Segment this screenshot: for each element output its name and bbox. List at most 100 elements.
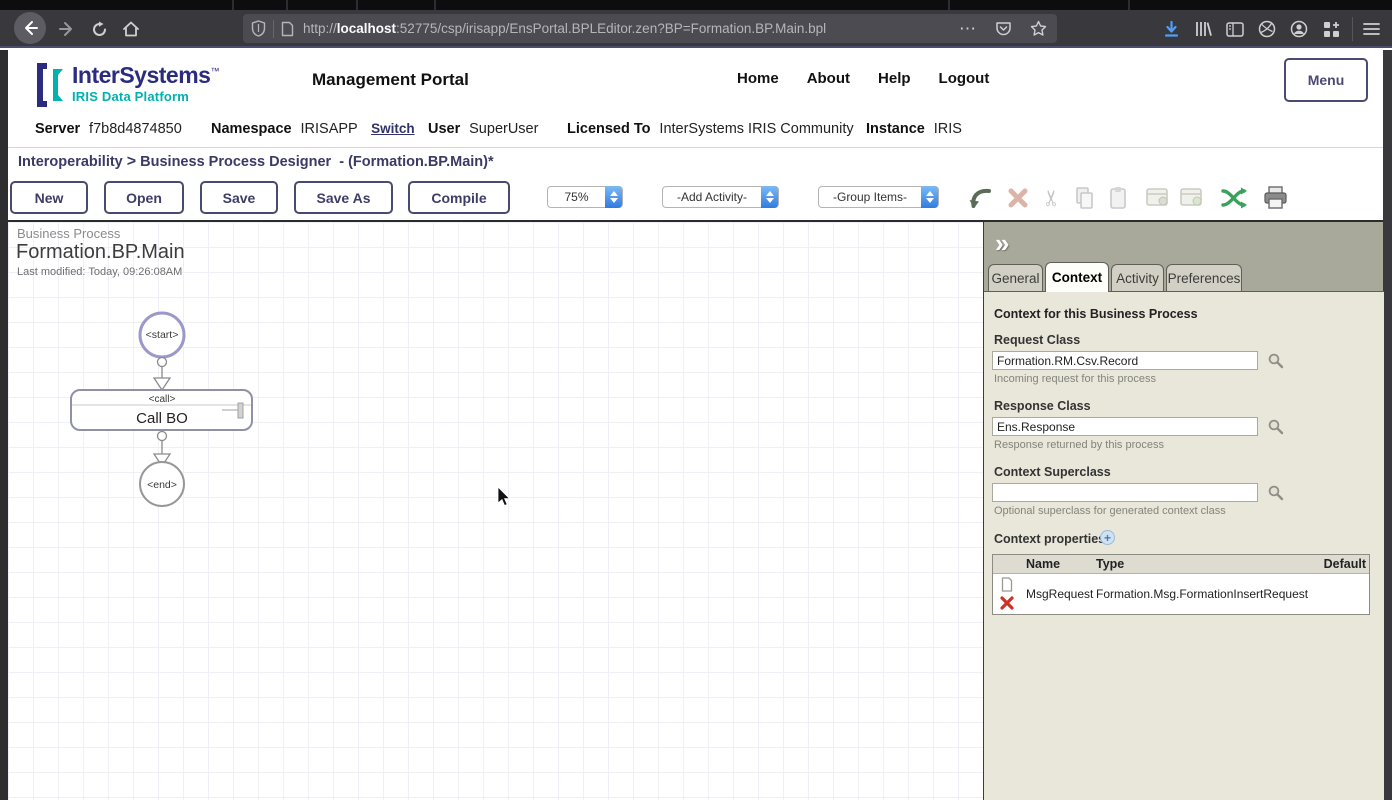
page-title: Management Portal: [312, 70, 469, 90]
property-type: Formation.Msg.FormationInsertRequest: [1096, 587, 1321, 601]
col-header-name: Name: [1026, 557, 1096, 571]
account-icon[interactable]: [1288, 18, 1310, 40]
table-header-row: Name Type Default: [993, 555, 1369, 574]
shield-icon[interactable]: [251, 20, 266, 37]
nav-help[interactable]: Help: [878, 70, 911, 87]
nav-about[interactable]: About: [807, 70, 850, 87]
breadcrumb-root[interactable]: Interoperability: [18, 154, 123, 170]
table-row[interactable]: MsgRequest Formation.Msg.FormationInsert…: [993, 574, 1369, 614]
browser-toolbar: http://localhost:52775/csp/irisapp/EnsPo…: [0, 10, 1392, 48]
back-icon[interactable]: [14, 12, 46, 44]
end-node-label: <end>: [147, 479, 177, 491]
context-tab-content: Context for this Business Process Reques…: [984, 291, 1384, 800]
breadcrumb-doc: - (Formation.BP.Main)*: [339, 154, 493, 170]
reload-icon[interactable]: [88, 18, 110, 40]
delete-property-icon[interactable]: [1000, 596, 1014, 610]
forward-icon[interactable]: [56, 18, 78, 40]
group-items-select[interactable]: -Group Items-: [818, 186, 939, 208]
context-superclass-label: Context Superclass: [994, 465, 1111, 479]
context-properties-table: Name Type Default MsgRequest Formation: [992, 554, 1370, 615]
add-property-icon[interactable]: +: [1100, 530, 1115, 545]
request-class-input[interactable]: [992, 351, 1258, 370]
info-user: User SuperUser: [428, 120, 538, 138]
response-class-search-icon[interactable]: [1267, 418, 1284, 435]
switch-namespace-link[interactable]: Switch: [371, 121, 415, 136]
cut-icon[interactable]: ✂: [1038, 184, 1066, 211]
swap-connections-icon[interactable]: [1220, 184, 1248, 211]
download-icon[interactable]: [1160, 18, 1182, 40]
library-icon[interactable]: [1192, 18, 1214, 40]
home-icon[interactable]: [120, 18, 142, 40]
page-info-icon[interactable]: [281, 21, 294, 37]
toolbar-divider: [1352, 17, 1353, 41]
bpl-canvas[interactable]: Business Process Formation.BP.Main Last …: [8, 222, 983, 800]
connector-arrow-icon: [154, 378, 170, 390]
call-activity-name[interactable]: Call BO: [136, 410, 188, 427]
tab-context[interactable]: Context: [1045, 262, 1109, 292]
save-button[interactable]: Save: [200, 181, 278, 214]
tab-general[interactable]: General: [988, 264, 1043, 291]
window-edge-left: [0, 50, 8, 800]
url-bar[interactable]: http://localhost:52775/csp/irisapp/EnsPo…: [243, 14, 1057, 43]
request-class-help: Incoming request for this process: [994, 373, 1156, 385]
annotation-handle-icon[interactable]: [238, 403, 243, 418]
info-instance: Instance IRIS: [866, 120, 962, 138]
logo-subtitle: IRIS Data Platform: [72, 89, 219, 104]
call-activity-tag: <call>: [149, 394, 176, 405]
extension-globe-icon[interactable]: [1256, 18, 1278, 40]
intersystems-logo: [35, 61, 65, 109]
breadcrumb: Interoperability > Business Process Desi…: [18, 153, 494, 171]
breadcrumb-divider: [8, 147, 1383, 148]
sidebar-icon[interactable]: [1224, 18, 1246, 40]
select-stepper-icon: [921, 186, 938, 208]
col-header-default: Default: [1321, 557, 1369, 571]
save-as-button[interactable]: Save As: [294, 181, 393, 214]
extensions-grid-icon[interactable]: [1320, 18, 1342, 40]
response-class-input[interactable]: [992, 417, 1258, 436]
context-superclass-input[interactable]: [992, 483, 1258, 502]
add-activity-select[interactable]: -Add Activity-: [662, 186, 779, 208]
url-divider: [273, 20, 274, 38]
request-class-label: Request Class: [994, 333, 1080, 347]
breadcrumb-page[interactable]: Business Process Designer: [140, 154, 331, 170]
start-node-label: <start>: [146, 329, 179, 341]
open-button[interactable]: Open: [104, 181, 184, 214]
pocket-icon[interactable]: [995, 21, 1012, 37]
nav-logout[interactable]: Logout: [939, 70, 990, 87]
header-nav: Home About Help Logout: [737, 70, 989, 87]
url-text[interactable]: http://localhost:52775/csp/irisapp/EnsPo…: [303, 21, 826, 36]
ungroup-icon[interactable]: [1178, 184, 1206, 211]
context-superclass-search-icon[interactable]: [1267, 484, 1284, 501]
nav-home[interactable]: Home: [737, 70, 779, 87]
window-edge-right: [1383, 50, 1392, 800]
col-header-type: Type: [1096, 557, 1321, 571]
paste-icon[interactable]: [1104, 184, 1132, 211]
undo-icon[interactable]: [966, 184, 994, 211]
zoom-select[interactable]: 75%: [547, 186, 623, 208]
tab-activity[interactable]: Activity: [1111, 264, 1164, 291]
group-icon[interactable]: [1144, 184, 1172, 211]
select-stepper-icon: [761, 186, 778, 208]
select-stepper-icon: [605, 186, 622, 208]
new-button[interactable]: New: [10, 181, 88, 214]
tab-preferences[interactable]: Preferences: [1166, 264, 1242, 291]
context-section-title: Context for this Business Process: [994, 307, 1198, 321]
request-class-search-icon[interactable]: [1267, 352, 1284, 369]
copy-icon[interactable]: [1071, 184, 1099, 211]
print-icon[interactable]: [1262, 184, 1290, 211]
connector-port-icon[interactable]: [158, 358, 167, 367]
info-server: Server f7b8d4874850: [35, 120, 182, 138]
bookmark-star-icon[interactable]: [1030, 20, 1047, 37]
page-actions-icon[interactable]: ⋯: [959, 19, 977, 39]
connector-port-icon[interactable]: [158, 432, 167, 441]
menu-button[interactable]: Menu: [1284, 58, 1368, 102]
hamburger-menu-icon[interactable]: [1360, 18, 1382, 40]
bpl-diagram: <start> <call> Call BO <end>: [8, 222, 408, 522]
edit-property-icon[interactable]: [1001, 577, 1013, 592]
delete-icon[interactable]: [1004, 184, 1032, 211]
info-namespace: Namespace IRISAPP Switch: [211, 120, 415, 138]
panel-expander-icon[interactable]: »: [995, 228, 1009, 259]
browser-tabstrip: [0, 0, 1392, 10]
response-class-label: Response Class: [994, 399, 1091, 413]
compile-button[interactable]: Compile: [408, 181, 510, 214]
